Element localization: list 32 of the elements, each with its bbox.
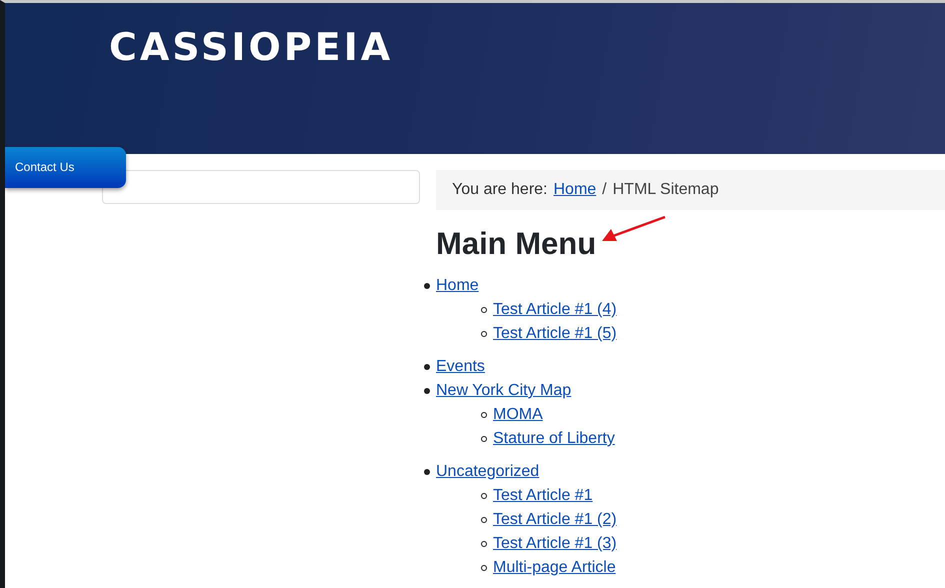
- menu-link[interactable]: Home: [436, 277, 479, 295]
- menu-link[interactable]: Test Article #1: [493, 487, 593, 505]
- menu-link[interactable]: MOMA: [493, 406, 543, 424]
- page-heading: Main Menu: [436, 226, 596, 262]
- bullet-icon: [424, 364, 430, 370]
- breadcrumb-link[interactable]: Home: [553, 181, 596, 199]
- menu-link[interactable]: Test Article #1 (4): [493, 301, 617, 319]
- bullet-icon: [481, 541, 487, 547]
- annotation-arrow: [601, 215, 667, 243]
- bullet-icon: [481, 436, 487, 442]
- menu-link[interactable]: Test Article #1 (3): [493, 535, 617, 553]
- menu-link[interactable]: Multi-page Article: [493, 559, 616, 577]
- bullet-icon: [481, 493, 487, 499]
- bullet-icon: [481, 517, 487, 523]
- bullet-icon: [481, 565, 487, 571]
- bullet-icon: [481, 307, 487, 313]
- breadcrumb-separator: /: [602, 181, 607, 199]
- bullet-icon: [481, 331, 487, 337]
- bullet-icon: [424, 388, 430, 394]
- bullet-icon: [424, 283, 430, 289]
- menu-link[interactable]: Stature of Liberty: [493, 430, 615, 448]
- breadcrumb-prefix: You are here:: [452, 181, 548, 199]
- site-logo[interactable]: CASSIOPEIA: [109, 25, 394, 69]
- menu-link[interactable]: Uncategorized: [436, 463, 540, 481]
- breadcrumb-current: HTML Sitemap: [612, 181, 719, 199]
- menu-link[interactable]: New York City Map: [436, 382, 572, 400]
- bullet-icon: [424, 469, 430, 475]
- menu-link[interactable]: Test Article #1 (5): [493, 325, 617, 343]
- menu-link[interactable]: Events: [436, 358, 485, 376]
- contact-tab[interactable]: Contact Us: [5, 147, 126, 188]
- menu-link[interactable]: Test Article #1 (2): [493, 511, 617, 529]
- bullet-icon: [481, 412, 487, 418]
